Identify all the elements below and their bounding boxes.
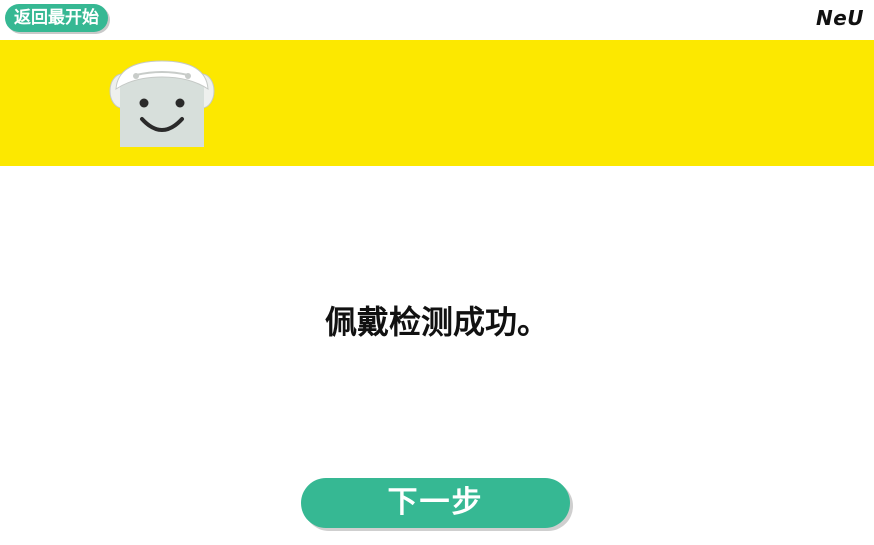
smiling-face-headband-icon (109, 60, 215, 147)
top-bar: 返回最开始 NeU (0, 0, 874, 40)
status-message: 佩戴检测成功。 (324, 303, 549, 341)
app-screen: 返回最开始 NeU 佩戴检测成功。 下一步 (0, 0, 874, 545)
next-step-button[interactable]: 下一步 (301, 478, 570, 528)
header-banner (0, 40, 874, 166)
brand-logo: NeU (815, 6, 864, 30)
back-to-start-button[interactable]: 返回最开始 (5, 4, 108, 32)
